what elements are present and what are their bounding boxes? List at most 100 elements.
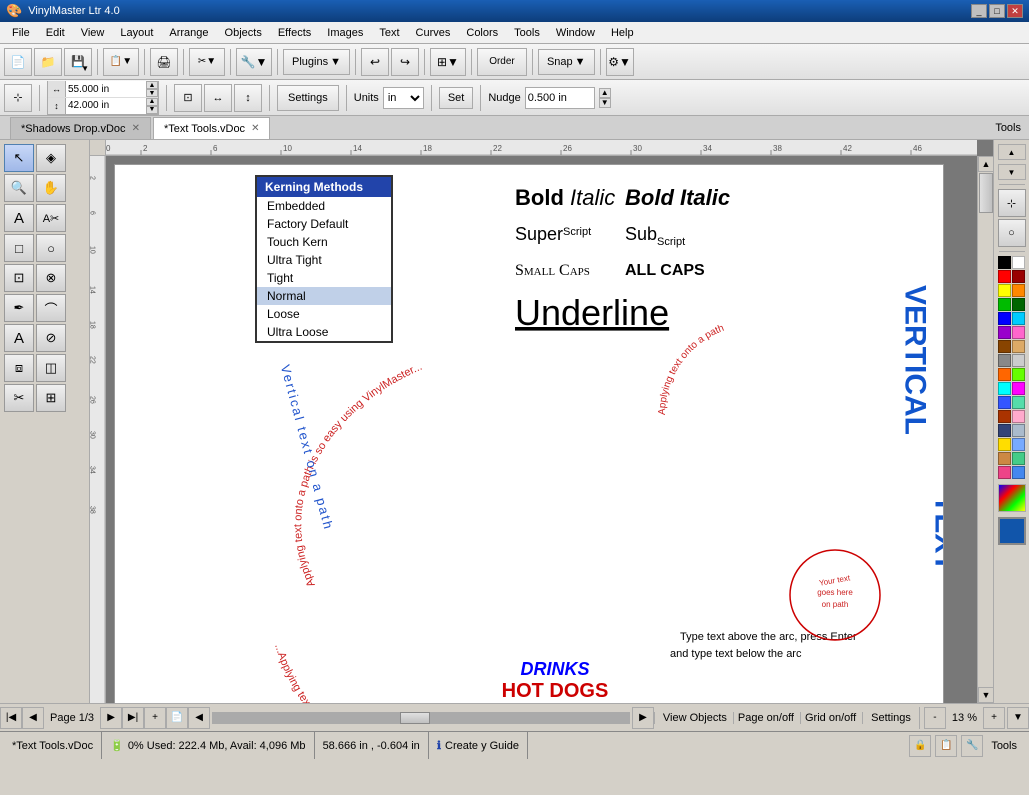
height-up[interactable]: ▲ — [146, 98, 158, 106]
menu-objects[interactable]: Objects — [217, 22, 270, 43]
kerning-tight[interactable]: Tight — [257, 269, 391, 287]
plugins-button[interactable]: Plugins ▼ — [283, 49, 350, 75]
menu-colors[interactable]: Colors — [458, 22, 506, 43]
snap-button[interactable]: Snap ▼ — [538, 49, 595, 75]
hscroll-left[interactable]: ◀ — [188, 707, 210, 729]
page-next[interactable]: ▶ — [100, 707, 122, 729]
hscroll-thumb[interactable] — [400, 712, 430, 724]
page-prev-prev[interactable]: |◀ — [0, 707, 22, 729]
cut-button[interactable]: ✂▼ — [189, 48, 225, 76]
select-tool-btn[interactable]: ↖ — [4, 144, 34, 172]
extra-button[interactable]: ⚙▼ — [606, 48, 634, 76]
tab-shadows-drop[interactable]: *Shadows Drop.vDoc ✕ — [10, 117, 151, 139]
layout-button[interactable]: 📋▼ — [103, 48, 139, 76]
color-e13[interactable] — [998, 452, 1011, 465]
close-button[interactable]: ✕ — [1007, 4, 1023, 18]
color-orange[interactable] — [1012, 284, 1025, 297]
text-tool-btn[interactable]: A — [4, 204, 34, 232]
units-select[interactable]: in cm mm — [383, 87, 424, 109]
color-e10[interactable] — [1012, 424, 1025, 437]
new-button[interactable]: 📄 — [4, 48, 32, 76]
tab-text-tools[interactable]: *Text Tools.vDoc ✕ — [153, 117, 271, 139]
menu-arrange[interactable]: Arrange — [161, 22, 216, 43]
zoom-dropdown[interactable]: ▼ — [1007, 707, 1029, 729]
zoom-in[interactable]: + — [983, 707, 1005, 729]
menu-text[interactable]: Text — [371, 22, 407, 43]
color-e12[interactable] — [1012, 438, 1025, 451]
menu-help[interactable]: Help — [603, 22, 642, 43]
menu-window[interactable]: Window — [548, 22, 603, 43]
color-extra7[interactable] — [998, 410, 1011, 423]
color-gray1[interactable] — [998, 354, 1011, 367]
color-pink[interactable] — [1012, 326, 1025, 339]
kerning-factory-default[interactable]: Factory Default — [257, 215, 391, 233]
hscroll-right[interactable]: ▶ — [632, 707, 654, 729]
status-btn1[interactable]: 🔒 — [909, 735, 931, 757]
page-info[interactable]: 📄 — [166, 707, 188, 729]
color-e11[interactable] — [998, 438, 1011, 451]
menu-view[interactable]: View — [73, 22, 113, 43]
crop-tool-btn[interactable]: ⊡ — [4, 264, 34, 292]
color-e9[interactable] — [998, 424, 1011, 437]
text-tool2-btn[interactable]: A✂ — [36, 204, 66, 232]
scroll-down-button[interactable]: ▼ — [978, 687, 993, 703]
scroll-up-button[interactable]: ▲ — [978, 156, 993, 172]
kerning-ultra-loose[interactable]: Ultra Loose — [257, 323, 391, 341]
pen-tool-btn[interactable]: ✒ — [4, 294, 34, 322]
open-button[interactable]: 📁 — [34, 48, 62, 76]
contour-tool-btn[interactable]: ⧈ — [4, 354, 34, 382]
redo-button[interactable]: ↪ — [391, 48, 419, 76]
maximize-button[interactable]: □ — [989, 4, 1005, 18]
kerning-embedded[interactable]: Embedded — [257, 197, 391, 215]
current-color[interactable] — [998, 517, 1026, 545]
color-extra6[interactable] — [1012, 396, 1025, 409]
kerning-normal[interactable]: Normal — [257, 287, 391, 305]
page-add[interactable]: + — [144, 707, 166, 729]
zoom-tool-btn[interactable]: 🔍 — [4, 174, 34, 202]
size-tool3[interactable]: ↕ — [234, 84, 262, 112]
select-tool[interactable]: ⊹ — [4, 84, 32, 112]
color-tan[interactable] — [1012, 340, 1025, 353]
status-btn2[interactable]: 📋 — [935, 735, 957, 757]
color-red[interactable] — [998, 270, 1011, 283]
order-button[interactable]: Order — [477, 48, 527, 76]
action-button[interactable]: 🔧▼ — [236, 48, 272, 76]
color-cyan[interactable] — [1012, 312, 1025, 325]
rect-tool-btn[interactable]: □ — [4, 234, 34, 262]
color-extra2[interactable] — [1012, 368, 1025, 381]
undo-button[interactable]: ↩ — [361, 48, 389, 76]
align-tool-btn[interactable]: ⊞ — [36, 384, 66, 412]
menu-file[interactable]: File — [4, 22, 38, 43]
color-white[interactable] — [1012, 256, 1025, 269]
height-input[interactable] — [66, 98, 146, 114]
menu-tools[interactable]: Tools — [506, 22, 548, 43]
color-green[interactable] — [998, 298, 1011, 311]
minimize-button[interactable]: _ — [971, 4, 987, 18]
extended-palette[interactable] — [998, 484, 1026, 512]
cut-tool-btn[interactable]: ✂ — [4, 384, 34, 412]
color-blue[interactable] — [998, 312, 1011, 325]
eyedrop-tool-btn[interactable]: ⊘ — [36, 324, 66, 352]
menu-effects[interactable]: Effects — [270, 22, 319, 43]
kerning-loose[interactable]: Loose — [257, 305, 391, 323]
tab-text-tools-close[interactable]: ✕ — [251, 123, 259, 134]
color-black[interactable] — [998, 256, 1011, 269]
weld-tool-btn[interactable]: ⊗ — [36, 264, 66, 292]
menu-edit[interactable]: Edit — [38, 22, 73, 43]
height-down[interactable]: ▼ — [146, 106, 158, 114]
kerning-ultra-tight[interactable]: Ultra Tight — [257, 251, 391, 269]
tab-shadows-drop-close[interactable]: ✕ — [132, 123, 140, 134]
status-btn3[interactable]: 🔧 — [961, 735, 983, 757]
color-extra4[interactable] — [1012, 382, 1025, 395]
scroll-thumb[interactable] — [979, 173, 993, 213]
settings-button[interactable]: Settings — [277, 85, 339, 111]
right-scroll-down[interactable]: ▼ — [998, 164, 1026, 180]
set-button[interactable]: Set — [439, 87, 474, 109]
right-scroll-up[interactable]: ▲ — [998, 144, 1026, 160]
menu-curves[interactable]: Curves — [408, 22, 459, 43]
color-gray2[interactable] — [1012, 354, 1025, 367]
page-prev[interactable]: ◀ — [22, 707, 44, 729]
size-tool1[interactable]: ⊡ — [174, 84, 202, 112]
pan-tool-btn[interactable]: ✋ — [36, 174, 66, 202]
print-button[interactable]: 🖨 — [150, 48, 178, 76]
